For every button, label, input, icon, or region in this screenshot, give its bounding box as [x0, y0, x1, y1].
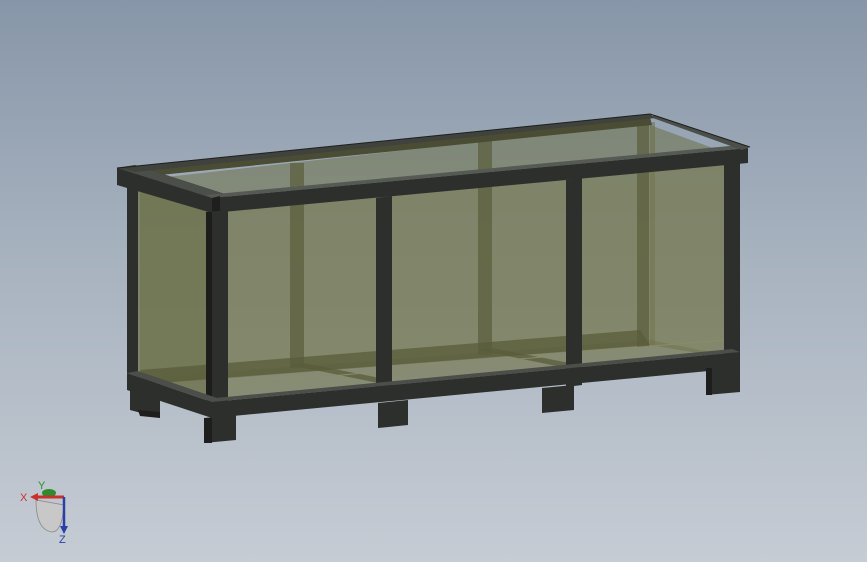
z-axis-label: Z: [59, 534, 66, 546]
reference-triad: X Y Z: [20, 480, 68, 546]
x-axis-label: X: [20, 492, 28, 504]
x-axis-arrow-icon: [30, 493, 38, 501]
y-axis-label: Y: [38, 480, 46, 492]
triad-base-icon: [35, 499, 65, 533]
graphics-viewport[interactable]: X Y Z: [0, 0, 867, 562]
z-axis-arrow-icon: [60, 526, 68, 534]
